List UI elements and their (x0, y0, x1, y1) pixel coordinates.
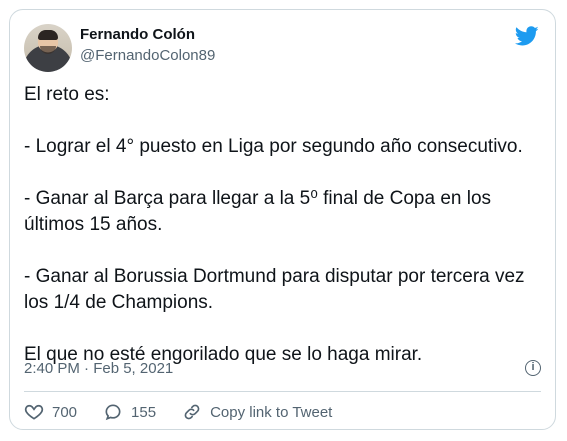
like-count: 700 (52, 403, 78, 421)
copy-link-label: Copy link to Tweet (210, 403, 333, 421)
author-name[interactable]: Fernando Colón (80, 26, 195, 43)
author-handle[interactable]: @FernandoColon89 (80, 47, 215, 64)
heart-icon (24, 404, 44, 420)
like-button[interactable]: 700 (24, 402, 77, 422)
tweet-actions: 700 155 Copy link to Tweet (24, 402, 332, 422)
copy-link-button[interactable]: Copy link to Tweet (182, 402, 332, 422)
divider (24, 391, 541, 392)
tweet-text: El reto es: - Lograr el 4° puesto en Lig… (24, 84, 525, 365)
twitter-bird-icon[interactable] (515, 24, 539, 48)
avatar[interactable] (24, 24, 72, 72)
tweet-card: Fernando Colón @FernandoColon89 El reto … (9, 9, 556, 430)
link-icon (184, 404, 200, 420)
info-icon[interactable]: i (525, 360, 541, 376)
reply-icon (105, 404, 121, 421)
reply-button[interactable]: 155 (103, 402, 156, 422)
reply-count: 155 (131, 403, 157, 421)
tweet-timestamp[interactable]: 2:40 PM · Feb 5, 2021 (24, 360, 173, 377)
